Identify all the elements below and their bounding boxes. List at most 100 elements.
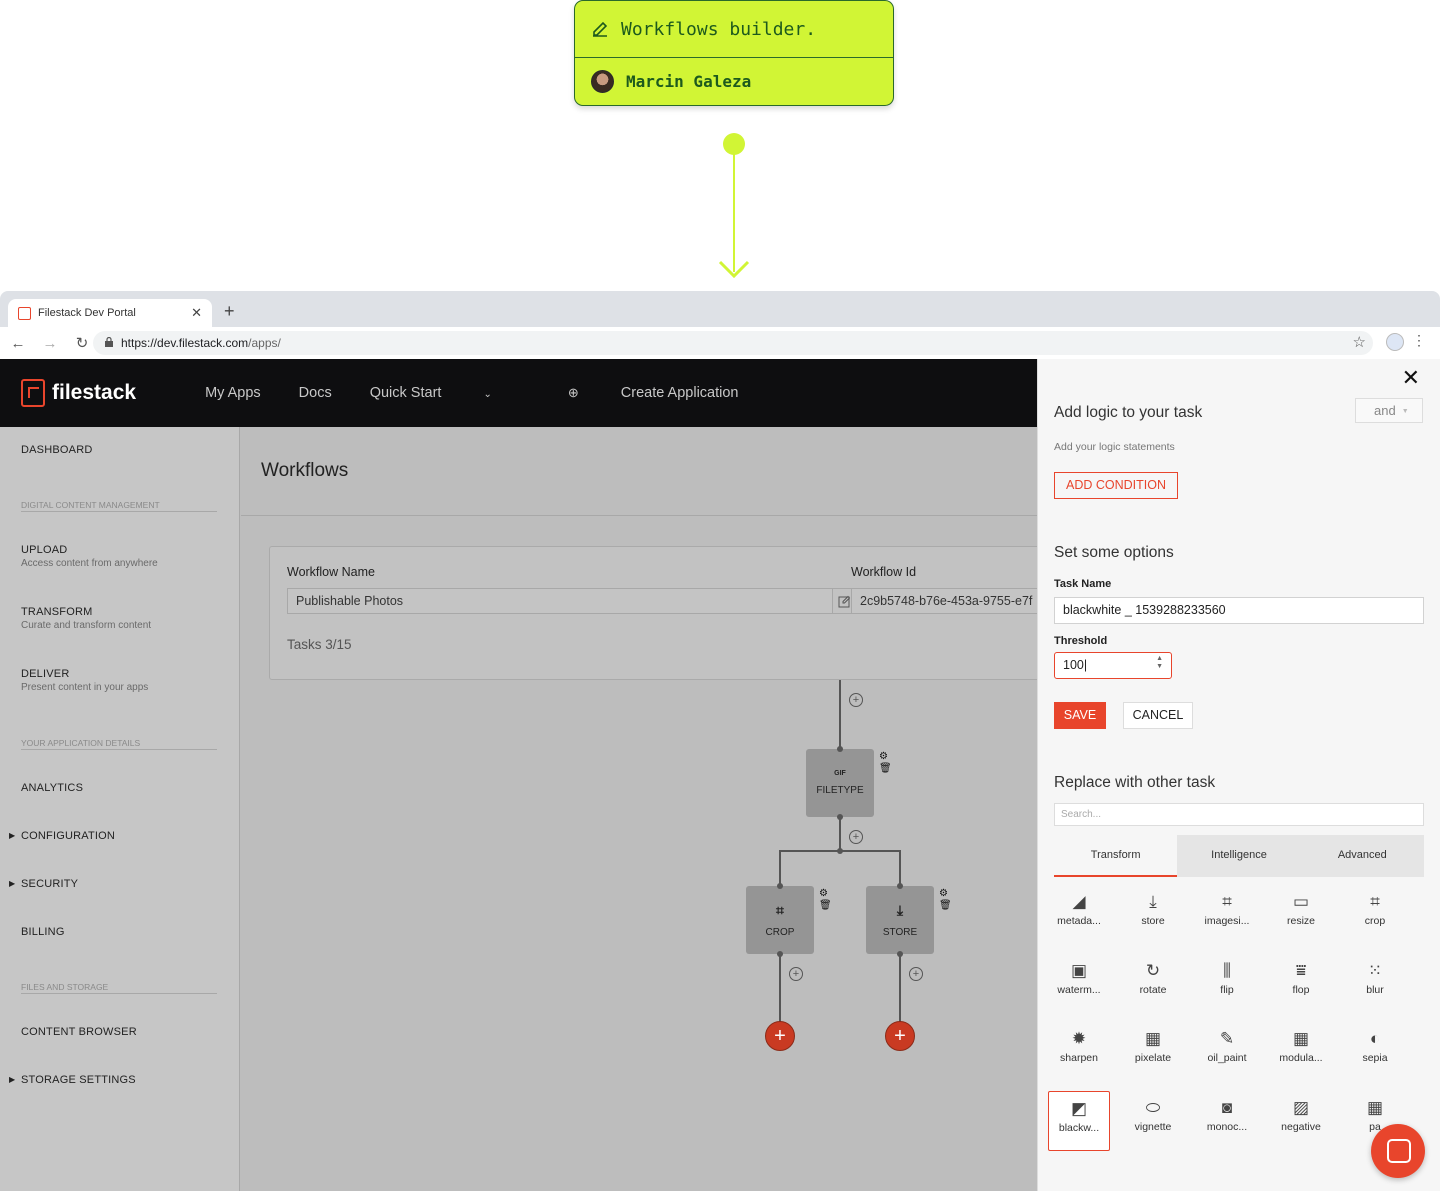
close-icon[interactable]: ✕ bbox=[1402, 365, 1420, 391]
chevron-down-icon: ▼ bbox=[1401, 408, 1409, 416]
task-option[interactable]: ◙ monoc... bbox=[1196, 1091, 1258, 1151]
nav-docs[interactable]: Docs bbox=[299, 385, 332, 401]
node-filetype[interactable]: GIF FILETYPE bbox=[806, 749, 874, 817]
task-option[interactable]: ◢ metada... bbox=[1048, 885, 1110, 945]
browser-window: Filestack Dev Portal ✕ + ← → ↻ https://d… bbox=[0, 291, 1440, 1191]
app-viewport: filestack My Apps Docs Quick Start ⌄ ⊕ C… bbox=[0, 359, 1440, 1191]
filestack-logo[interactable]: filestack bbox=[21, 379, 136, 407]
task-option-label: negative bbox=[1281, 1121, 1321, 1133]
save-button[interactable]: SAVE bbox=[1054, 702, 1106, 729]
connector-line bbox=[733, 150, 735, 272]
tab-close-icon[interactable]: ✕ bbox=[191, 305, 202, 321]
nav-create-application[interactable]: ⊕ Create Application bbox=[568, 385, 777, 401]
card-author-row: Marcin Galeza bbox=[575, 58, 893, 105]
menu-kebab-icon[interactable]: ⋮ bbox=[1412, 332, 1426, 349]
card-title: Workflows builder. bbox=[621, 18, 817, 40]
task-option[interactable]: ↻ rotate bbox=[1122, 954, 1184, 1014]
sidebar-item-billing[interactable]: BILLING bbox=[21, 926, 65, 938]
flip-icon: ⫼ bbox=[1223, 961, 1231, 980]
brand-name: filestack bbox=[52, 381, 137, 404]
nav-links: My Apps Docs Quick Start ⌄ ⊕ Create Appl… bbox=[205, 385, 814, 401]
task-option-label: sepia bbox=[1362, 1052, 1388, 1064]
add-task-button[interactable]: + bbox=[885, 1021, 915, 1051]
task-search-input[interactable]: Search... bbox=[1054, 803, 1424, 826]
sidebar-item-content-browser[interactable]: CONTENT BROWSER bbox=[21, 1026, 137, 1038]
nav-my-apps[interactable]: My Apps bbox=[205, 385, 261, 401]
back-icon[interactable]: ← bbox=[4, 335, 32, 352]
cancel-button[interactable]: CANCEL bbox=[1123, 702, 1193, 729]
task-name-input[interactable]: blackwhite _ 1539288233560 bbox=[1054, 597, 1424, 624]
task-option[interactable]: ✹ sharpen bbox=[1048, 1022, 1110, 1082]
add-task-plus-icon[interactable]: + bbox=[849, 693, 863, 707]
workflow-name-field[interactable]: Publishable Photos bbox=[287, 588, 833, 614]
threshold-input[interactable]: 100| ▲ ▼ bbox=[1054, 652, 1172, 679]
url-field[interactable]: https://dev.filestack.com/apps/ bbox=[93, 331, 1373, 355]
sidebar-item-security[interactable]: SECURITY bbox=[21, 878, 78, 890]
task-option[interactable]: ◩ blackw... bbox=[1048, 1091, 1110, 1151]
task-option[interactable]: ▦ modula... bbox=[1270, 1022, 1332, 1082]
task-option[interactable]: ⩸ flop bbox=[1270, 954, 1332, 1014]
sidebar-item-analytics[interactable]: ANALYTICS bbox=[21, 782, 83, 794]
task-option[interactable]: ⫼ flip bbox=[1196, 954, 1258, 1014]
add-task-button[interactable]: + bbox=[765, 1021, 795, 1051]
task-option[interactable]: ⬭ vignette bbox=[1122, 1091, 1184, 1151]
task-option[interactable]: ⌗ crop bbox=[1344, 885, 1406, 945]
task-option[interactable]: ▦ pixelate bbox=[1122, 1022, 1184, 1082]
task-option[interactable]: ✎ oil_paint bbox=[1196, 1022, 1258, 1082]
sidebar-item-storage-settings[interactable]: STORAGE SETTINGS bbox=[21, 1074, 136, 1086]
task-option[interactable]: ⤓ store bbox=[1122, 885, 1184, 945]
chat-launcher-button[interactable] bbox=[1371, 1124, 1425, 1178]
sidebar-item-configuration[interactable]: CONFIGURATION bbox=[21, 830, 115, 842]
avatar bbox=[591, 70, 614, 93]
add-task-plus-icon[interactable]: + bbox=[849, 830, 863, 844]
workflow-id-field[interactable]: 2c9b5748-b76e-453a-9755-e7f bbox=[851, 588, 1041, 614]
sidebar-item-transform[interactable]: TRANSFORM Curate and transform content bbox=[21, 606, 151, 631]
settings-gear-icon[interactable]: ⚙ bbox=[879, 751, 888, 762]
new-tab-icon[interactable]: + bbox=[224, 301, 235, 322]
task-option[interactable]: ⁙ blur bbox=[1344, 954, 1406, 1014]
metadata-icon: ◢ bbox=[1072, 892, 1086, 911]
add-condition-button[interactable]: ADD CONDITION bbox=[1054, 472, 1178, 499]
delete-trash-icon[interactable]: 🗑 bbox=[939, 900, 952, 911]
sidebar-item-dashboard[interactable]: DASHBOARD bbox=[21, 444, 92, 456]
main-header: Workflows bbox=[241, 427, 1037, 516]
sidebar-item-upload[interactable]: UPLOAD Access content from anywhere bbox=[21, 544, 158, 569]
task-option[interactable]: ▨ negative bbox=[1270, 1091, 1332, 1151]
task-option-label: rotate bbox=[1139, 984, 1167, 996]
task-option[interactable]: ▭ resize bbox=[1270, 885, 1332, 945]
task-option[interactable]: ⌗ imagesi... bbox=[1196, 885, 1258, 945]
tab-transform[interactable]: Transform bbox=[1054, 835, 1178, 877]
forward-icon[interactable]: → bbox=[36, 335, 64, 352]
add-task-plus-icon[interactable]: + bbox=[909, 967, 923, 981]
task-option[interactable]: ▣ waterm... bbox=[1048, 954, 1110, 1014]
delete-trash-icon[interactable]: 🗑 bbox=[879, 763, 892, 774]
lock-icon bbox=[105, 337, 113, 347]
edit-icon bbox=[838, 595, 851, 607]
settings-gear-icon[interactable]: ⚙ bbox=[939, 888, 948, 899]
profile-icon[interactable] bbox=[1386, 333, 1404, 351]
logic-operator-select[interactable]: and ▼ bbox=[1355, 398, 1423, 423]
pencil-icon bbox=[593, 21, 608, 37]
sidebar-item-deliver[interactable]: DELIVER Present content in your apps bbox=[21, 668, 148, 693]
tab-intelligence[interactable]: Intelligence bbox=[1177, 835, 1300, 877]
node-store[interactable]: ⤓ STORE bbox=[866, 886, 934, 954]
task-option-label: modula... bbox=[1279, 1052, 1323, 1064]
nav-quick-start[interactable]: Quick Start ⌄ bbox=[370, 385, 530, 401]
task-option[interactable]: ◐ sepia bbox=[1344, 1022, 1406, 1082]
nav-create-application-label: Create Application bbox=[620, 385, 739, 401]
node-crop[interactable]: ⌗ CROP bbox=[746, 886, 814, 954]
sidebar-transform-label: TRANSFORM bbox=[21, 606, 93, 618]
delete-trash-icon[interactable]: 🗑 bbox=[819, 900, 832, 911]
pixelate-icon: ▦ bbox=[1144, 1029, 1162, 1048]
tab-advanced[interactable]: Advanced bbox=[1301, 835, 1424, 877]
tasks-count: Tasks 3/15 bbox=[287, 637, 352, 652]
number-spinner-icon[interactable]: ▲ ▼ bbox=[1156, 655, 1163, 671]
url-path: /apps/ bbox=[248, 336, 281, 350]
settings-gear-icon[interactable]: ⚙ bbox=[819, 888, 828, 899]
url-host: https://dev.filestack.com bbox=[121, 336, 249, 350]
add-task-plus-icon[interactable]: + bbox=[789, 967, 803, 981]
browser-tab[interactable]: Filestack Dev Portal ✕ bbox=[8, 299, 212, 327]
reload-icon[interactable]: ↻ bbox=[68, 334, 96, 352]
task-option-label: pixelate bbox=[1134, 1052, 1172, 1064]
bookmark-star-icon[interactable]: ☆ bbox=[1353, 333, 1366, 351]
